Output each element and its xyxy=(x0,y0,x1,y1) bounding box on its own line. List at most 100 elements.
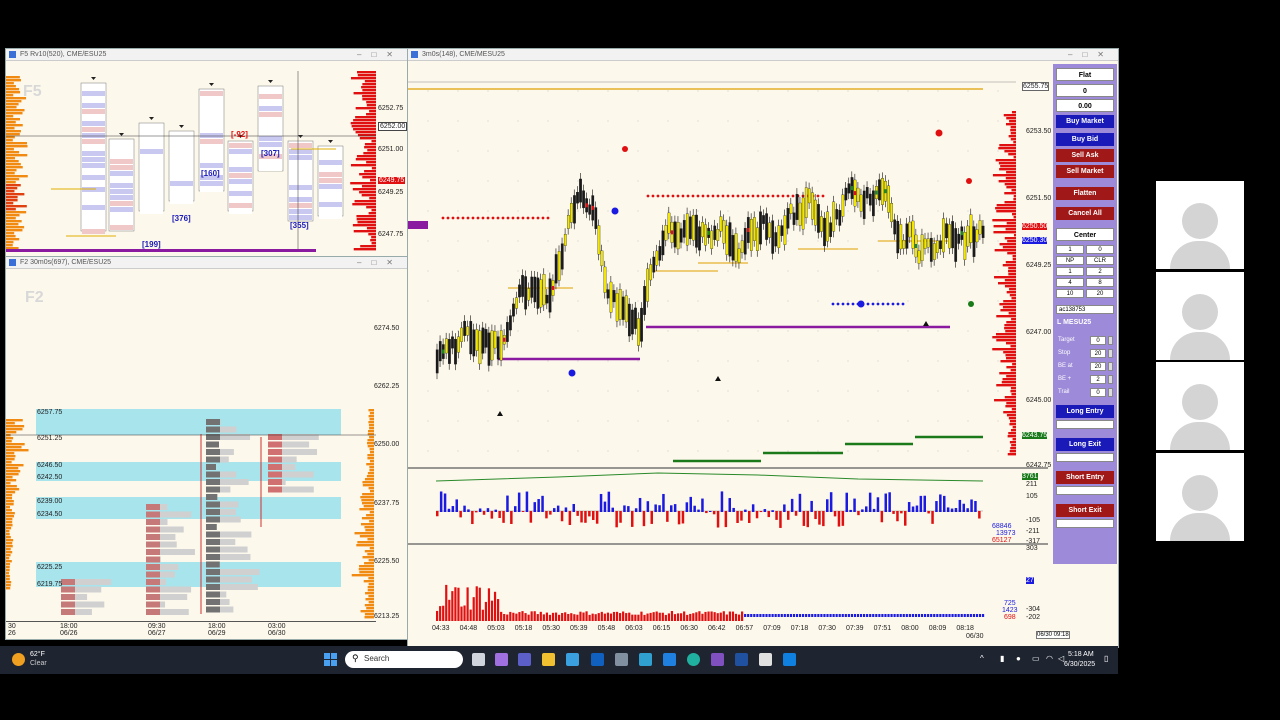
main-profile-bar xyxy=(995,159,1016,162)
setting-input[interactable]: 0 xyxy=(1090,336,1106,345)
account-select[interactable]: ac138753 xyxy=(1056,305,1114,314)
long-exit-select[interactable] xyxy=(1056,453,1114,462)
window-controls-icon[interactable]: –□✕ xyxy=(357,257,403,269)
visual-studio-icon[interactable] xyxy=(711,653,724,666)
trading-app-icon[interactable] xyxy=(735,653,748,666)
qty-cell[interactable]: 0 xyxy=(1086,245,1114,254)
outlook-icon[interactable] xyxy=(591,653,604,666)
clock-time[interactable]: 5:18 AM xyxy=(1068,651,1094,658)
candle-body xyxy=(509,315,512,331)
sell-ask-button[interactable]: Sell Ask xyxy=(1056,149,1114,162)
network-icon[interactable]: ▮ xyxy=(1000,654,1004,663)
vol-bar xyxy=(774,614,777,617)
grid-dot xyxy=(547,150,549,152)
sell-market-button[interactable]: Sell Market xyxy=(1056,165,1114,178)
f2-tpo-letter xyxy=(206,426,220,433)
candle-body xyxy=(612,290,616,303)
settings-icon[interactable] xyxy=(615,653,628,666)
qty-cell[interactable]: 10 xyxy=(1056,289,1084,298)
flatten-button[interactable]: Flatten xyxy=(1056,187,1114,200)
f5-profile-bar xyxy=(371,242,376,245)
setting-spinner[interactable] xyxy=(1108,336,1113,345)
vol-bar xyxy=(832,614,835,617)
signal-triangle xyxy=(923,321,929,326)
qty-cell[interactable]: 8 xyxy=(1086,278,1114,287)
main-titlebar[interactable]: 3m0s(148), CME/MESU25 –□✕ xyxy=(408,49,1118,61)
candle-body xyxy=(445,338,448,354)
qty-cell[interactable]: 20 xyxy=(1086,289,1114,298)
photos-icon[interactable] xyxy=(639,653,652,666)
f5-titlebar[interactable]: F5 Rv10(520), CME/ESU25 –□✕ xyxy=(6,49,407,61)
setting-input[interactable]: 20 xyxy=(1090,362,1106,371)
f2-titlebar[interactable]: F2 30m0s(697), CME/ESU25 –□✕ xyxy=(6,257,407,269)
cancel-all-button[interactable]: Cancel All xyxy=(1056,207,1114,220)
grid-dot xyxy=(457,300,459,302)
vol-bar xyxy=(692,613,695,621)
f5-chart[interactable] xyxy=(6,61,407,256)
mail-icon[interactable] xyxy=(663,653,676,666)
main-profile-bar xyxy=(999,168,1016,171)
buy-market-button[interactable]: Buy Market xyxy=(1056,115,1114,128)
candle-body xyxy=(786,208,790,229)
clock-date[interactable]: 6/30/2025 xyxy=(1064,661,1095,668)
f5-profile-bar xyxy=(366,113,376,116)
short-exit-button[interactable]: Short Exit xyxy=(1056,504,1114,517)
qty-cell[interactable]: NP xyxy=(1056,256,1084,265)
long-entry-select[interactable] xyxy=(1056,420,1114,429)
setting-input[interactable]: 2 xyxy=(1090,375,1106,384)
ind-bar xyxy=(467,509,470,512)
short-entry-button[interactable]: Short Entry xyxy=(1056,471,1114,484)
candle-body xyxy=(768,222,772,238)
f5-footprint-cell xyxy=(319,202,342,207)
setting-spinner[interactable] xyxy=(1108,362,1113,371)
grid-dot xyxy=(607,270,609,272)
main-level-lines xyxy=(408,81,1016,463)
store-icon[interactable] xyxy=(566,653,579,666)
f2-tpo-letter xyxy=(268,441,282,448)
teams-icon[interactable] xyxy=(518,653,531,666)
tray-chevron-icon[interactable]: ^ xyxy=(980,654,984,663)
center-button[interactable]: Center xyxy=(1056,228,1114,241)
grid-dot xyxy=(817,390,819,392)
f5-profile-bar xyxy=(350,182,376,185)
qty-cell[interactable]: CLR xyxy=(1086,256,1114,265)
f5-delta-tag: [199] xyxy=(142,240,161,249)
qty-cell[interactable]: 4 xyxy=(1056,278,1084,287)
remote-desktop-icon[interactable] xyxy=(759,653,772,666)
setting-input[interactable]: 0 xyxy=(1090,388,1106,397)
notification-icon[interactable]: ▯ xyxy=(1104,654,1108,663)
mic-icon[interactable]: ● xyxy=(1016,654,1021,663)
grid-dot xyxy=(877,120,879,122)
qty-cell[interactable]: 1 xyxy=(1056,267,1084,276)
qty-cell[interactable]: 2 xyxy=(1086,267,1114,276)
grid-dot xyxy=(457,150,459,152)
setting-input[interactable]: 20 xyxy=(1090,349,1106,358)
windows-start-icon[interactable] xyxy=(324,653,337,666)
chart-app-icon[interactable] xyxy=(783,653,796,666)
ind-bar xyxy=(658,505,661,512)
f5-footprint-cell xyxy=(110,183,133,188)
display-icon[interactable]: ▭ xyxy=(1032,654,1040,663)
edge-icon[interactable] xyxy=(687,653,700,666)
file-explorer-icon[interactable] xyxy=(542,653,555,666)
f5-profile-bar xyxy=(6,112,23,115)
search-box[interactable]: ⚲ Search xyxy=(345,651,463,668)
vol-bar xyxy=(615,611,619,621)
buy-bid-button[interactable]: Buy Bid xyxy=(1056,133,1114,146)
long-exit-button[interactable]: Long Exit xyxy=(1056,438,1114,451)
copilot-icon[interactable] xyxy=(495,653,508,666)
wifi-icon[interactable]: ◠ xyxy=(1046,654,1053,663)
window-controls-icon[interactable]: –□✕ xyxy=(1068,49,1114,61)
setting-spinner[interactable] xyxy=(1108,375,1113,384)
long-entry-button[interactable]: Long Entry xyxy=(1056,405,1114,418)
short-exit-select[interactable] xyxy=(1056,519,1114,528)
task-view-icon[interactable] xyxy=(472,653,485,666)
qty-cell[interactable]: 1 xyxy=(1056,245,1084,254)
main-price-chart[interactable] xyxy=(408,61,1048,636)
window-controls-icon[interactable]: –□✕ xyxy=(357,49,403,61)
f2-date-label: 06/30 xyxy=(268,630,286,637)
weather-icon[interactable] xyxy=(12,653,25,666)
short-entry-select[interactable] xyxy=(1056,486,1114,495)
setting-spinner[interactable] xyxy=(1108,388,1113,397)
setting-spinner[interactable] xyxy=(1108,349,1113,358)
